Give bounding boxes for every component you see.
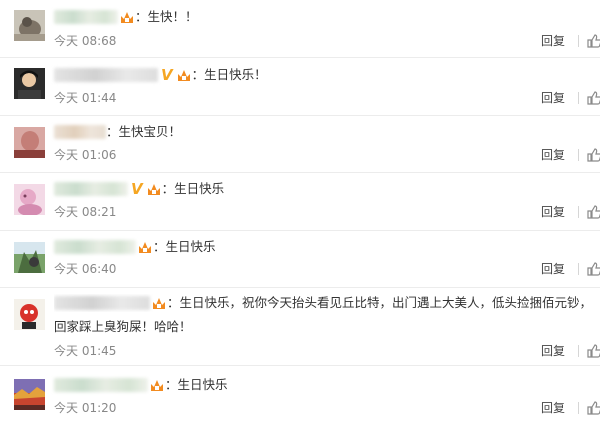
action-divider — [578, 263, 579, 275]
reply-button[interactable]: 回复 — [541, 90, 565, 106]
comment-line: ：生日快乐，祝你今天抬头看见丘比特，出门遇上大美人，低头捡捆佰元钞， — [54, 294, 600, 312]
reply-button[interactable]: 回复 — [541, 261, 565, 277]
thumbs-up-icon[interactable] — [586, 33, 600, 49]
comment-item: V ：生日快乐 今天 08:21 回复 — [0, 173, 600, 230]
username-blurred[interactable] — [54, 240, 136, 254]
comment-time: 今天 01:06 — [54, 148, 117, 162]
username-blurred[interactable] — [54, 68, 158, 82]
avatar[interactable] — [14, 242, 45, 273]
comment-time: 今天 06:40 — [54, 262, 117, 276]
comment-text-continued: 回家踩上臭狗屎！哈哈！ — [54, 319, 192, 334]
comment-text: ：生快宝贝！ — [106, 124, 182, 139]
comment-line: V ：生日快乐 — [54, 180, 224, 198]
action-divider — [578, 92, 579, 104]
comment-time: 今天 01:44 — [54, 91, 117, 105]
vip-mark: V — [131, 180, 143, 198]
member-badge-icon — [176, 68, 192, 82]
avatar[interactable] — [14, 127, 45, 158]
comment-line: ：生快宝贝！ — [54, 123, 181, 141]
comment-item: ：生日快乐 今天 06:40 回复 — [0, 231, 600, 287]
comment-line: ：生日快乐 — [54, 238, 216, 256]
reply-button[interactable]: 回复 — [541, 400, 565, 416]
comment-line: ：生日快乐 — [54, 376, 228, 394]
avatar[interactable] — [14, 379, 45, 410]
vip-mark: V — [161, 66, 173, 84]
thumbs-up-icon[interactable] — [586, 400, 600, 416]
comment-line: ：生快！！ — [54, 8, 198, 26]
avatar[interactable] — [14, 68, 45, 99]
reply-button[interactable]: 回复 — [541, 204, 565, 220]
member-badge-icon — [149, 378, 165, 392]
comment-item: V ：生日快乐！ 今天 01:44 回复 — [0, 58, 600, 115]
thumbs-up-icon[interactable] — [586, 90, 600, 106]
reply-button[interactable]: 回复 — [541, 33, 565, 49]
comment-time: 今天 08:68 — [54, 34, 117, 48]
username-blurred[interactable] — [54, 182, 128, 196]
comment-item: ：生日快乐 今天 01:20 回复 — [0, 366, 600, 428]
avatar[interactable] — [14, 10, 45, 41]
action-divider — [578, 402, 579, 414]
comment-text: ：生快！！ — [135, 9, 198, 24]
member-badge-icon — [137, 240, 153, 254]
username-blurred[interactable] — [54, 10, 118, 24]
reply-button[interactable]: 回复 — [541, 147, 565, 163]
comment-item: ：生快！！ 今天 08:68 回复 — [0, 0, 600, 57]
action-divider — [578, 35, 579, 47]
thumbs-up-icon[interactable] — [586, 261, 600, 277]
member-badge-icon — [146, 182, 162, 196]
comment-time: 今天 01:20 — [54, 401, 117, 415]
comment-time: 今天 01:45 — [54, 344, 117, 358]
avatar[interactable] — [14, 299, 45, 330]
comment-text: ：生日快乐，祝你今天抬头看见丘比特，出门遇上大美人，低头捡捆佰元钞， — [167, 295, 593, 310]
reply-button[interactable]: 回复 — [541, 343, 565, 359]
thumbs-up-icon[interactable] — [586, 204, 600, 220]
action-divider — [578, 206, 579, 218]
comment-text: ：生日快乐 — [165, 377, 228, 392]
comment-item: ：生快宝贝！ 今天 01:06 回复 — [0, 116, 600, 172]
thumbs-up-icon[interactable] — [586, 343, 600, 359]
avatar[interactable] — [14, 184, 45, 215]
member-badge-icon — [119, 10, 135, 24]
comment-text: ：生日快乐！ — [191, 67, 267, 82]
username-blurred[interactable] — [54, 296, 150, 310]
username-blurred[interactable] — [54, 125, 106, 139]
comment-line: V ：生日快乐！ — [54, 66, 267, 84]
comment-text: ：生日快乐 — [153, 239, 216, 254]
action-divider — [578, 149, 579, 161]
username-blurred[interactable] — [54, 378, 148, 392]
thumbs-up-icon[interactable] — [586, 147, 600, 163]
member-badge-icon — [151, 296, 167, 310]
action-divider — [578, 345, 579, 357]
comment-text: ：生日快乐 — [161, 181, 225, 196]
comment-time: 今天 08:21 — [54, 205, 117, 219]
comment-item: ：生日快乐，祝你今天抬头看见丘比特，出门遇上大美人，低头捡捆佰元钞， 回家踩上臭… — [0, 288, 600, 365]
